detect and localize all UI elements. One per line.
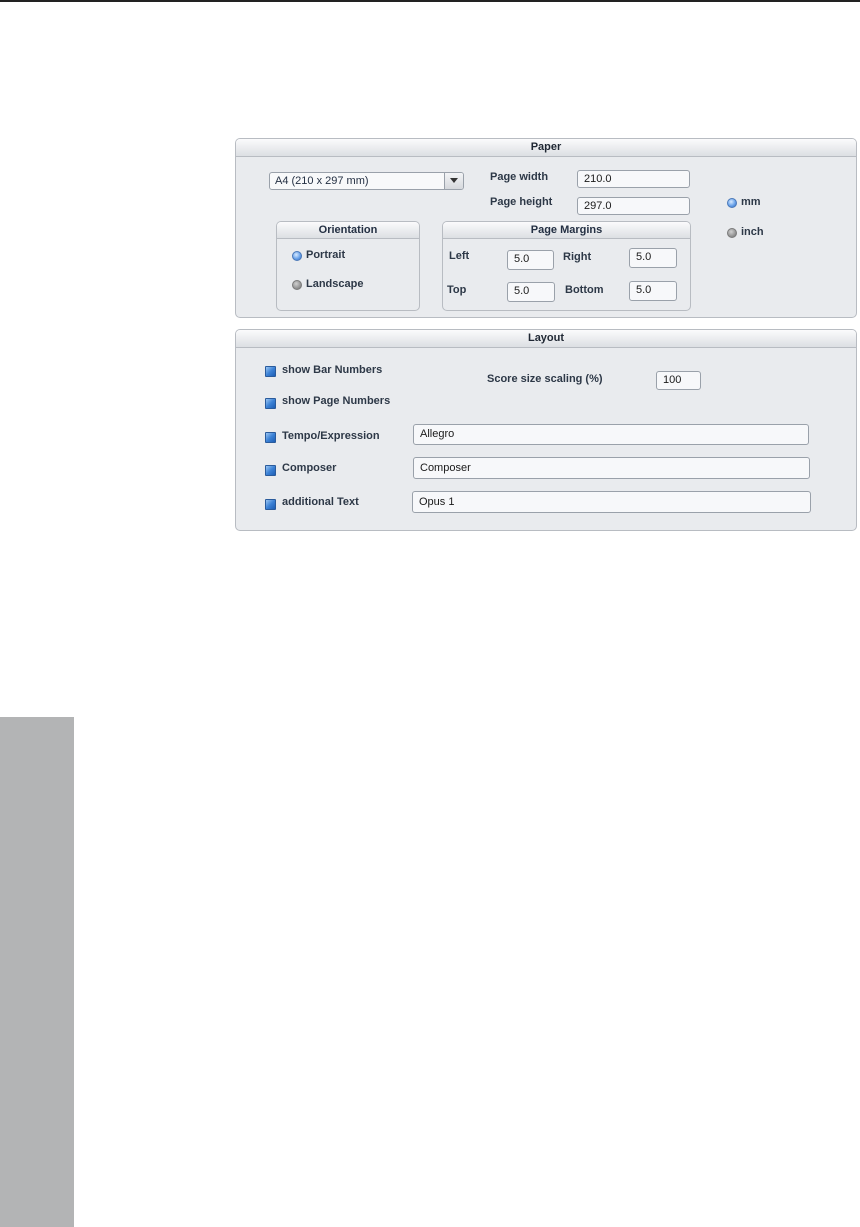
checkbox-checked-icon[interactable]	[265, 398, 276, 409]
page-top-rule	[0, 0, 860, 2]
page-width-field[interactable]: 210.0	[577, 170, 690, 188]
show-bar-numbers-label: show Bar Numbers	[282, 364, 383, 376]
layout-panel: Layout show Bar Numbers Score size scali…	[235, 329, 857, 531]
margin-right-label: Right	[563, 251, 592, 263]
margin-left-field[interactable]: 5.0	[507, 250, 554, 270]
margin-right-field[interactable]: 5.0	[629, 248, 677, 268]
composer-label: Composer	[282, 462, 337, 474]
radio-selected-icon[interactable]	[727, 198, 737, 208]
unit-inch-label: inch	[741, 226, 764, 238]
paper-panel-title: Paper	[236, 139, 856, 157]
additional-text-label: additional Text	[282, 496, 359, 508]
tempo-expression-label: Tempo/Expression	[282, 430, 380, 442]
unit-mm-label: mm	[741, 196, 761, 208]
margin-top-field[interactable]: 5.0	[507, 282, 555, 302]
page-margins-group: Page Margins Left 5.0 Right 5.0 Top 5.0 …	[442, 221, 691, 311]
paper-size-value: A4 (210 x 297 mm)	[275, 175, 369, 187]
page-width-label: Page width	[490, 171, 549, 183]
orientation-group: Orientation Portrait Landscape	[276, 221, 420, 311]
tempo-expression-field[interactable]: Allegro	[413, 424, 809, 445]
composer-field[interactable]: Composer	[413, 457, 810, 479]
paper-size-dropdown[interactable]: A4 (210 x 297 mm)	[269, 172, 464, 190]
radio-selected-icon[interactable]	[292, 251, 302, 261]
checkbox-checked-icon[interactable]	[265, 499, 276, 510]
margin-top-label: Top	[447, 284, 467, 296]
show-page-numbers-label: show Page Numbers	[282, 395, 391, 407]
page-height-field[interactable]: 297.0	[577, 197, 690, 215]
landscape-label: Landscape	[306, 278, 364, 290]
chevron-down-icon	[450, 178, 458, 183]
margin-bottom-label: Bottom	[565, 284, 604, 296]
radio-unselected-icon[interactable]	[727, 228, 737, 238]
side-tab	[0, 717, 74, 1227]
additional-text-field[interactable]: Opus 1	[412, 491, 811, 513]
dropdown-arrow-button[interactable]	[444, 173, 463, 189]
radio-unselected-icon[interactable]	[292, 280, 302, 290]
portrait-label: Portrait	[306, 249, 346, 261]
checkbox-checked-icon[interactable]	[265, 432, 276, 443]
orientation-title: Orientation	[277, 222, 419, 239]
checkbox-checked-icon[interactable]	[265, 366, 276, 377]
score-size-label: Score size scaling (%)	[487, 373, 603, 385]
checkbox-checked-icon[interactable]	[265, 465, 276, 476]
paper-panel: Paper A4 (210 x 297 mm) Page width 210.0…	[235, 138, 857, 318]
margin-left-label: Left	[449, 250, 470, 262]
margin-bottom-field[interactable]: 5.0	[629, 281, 677, 301]
page-margins-title: Page Margins	[443, 222, 690, 239]
page-height-label: Page height	[490, 196, 553, 208]
layout-panel-title: Layout	[236, 330, 856, 348]
score-size-field[interactable]: 100	[656, 371, 701, 390]
